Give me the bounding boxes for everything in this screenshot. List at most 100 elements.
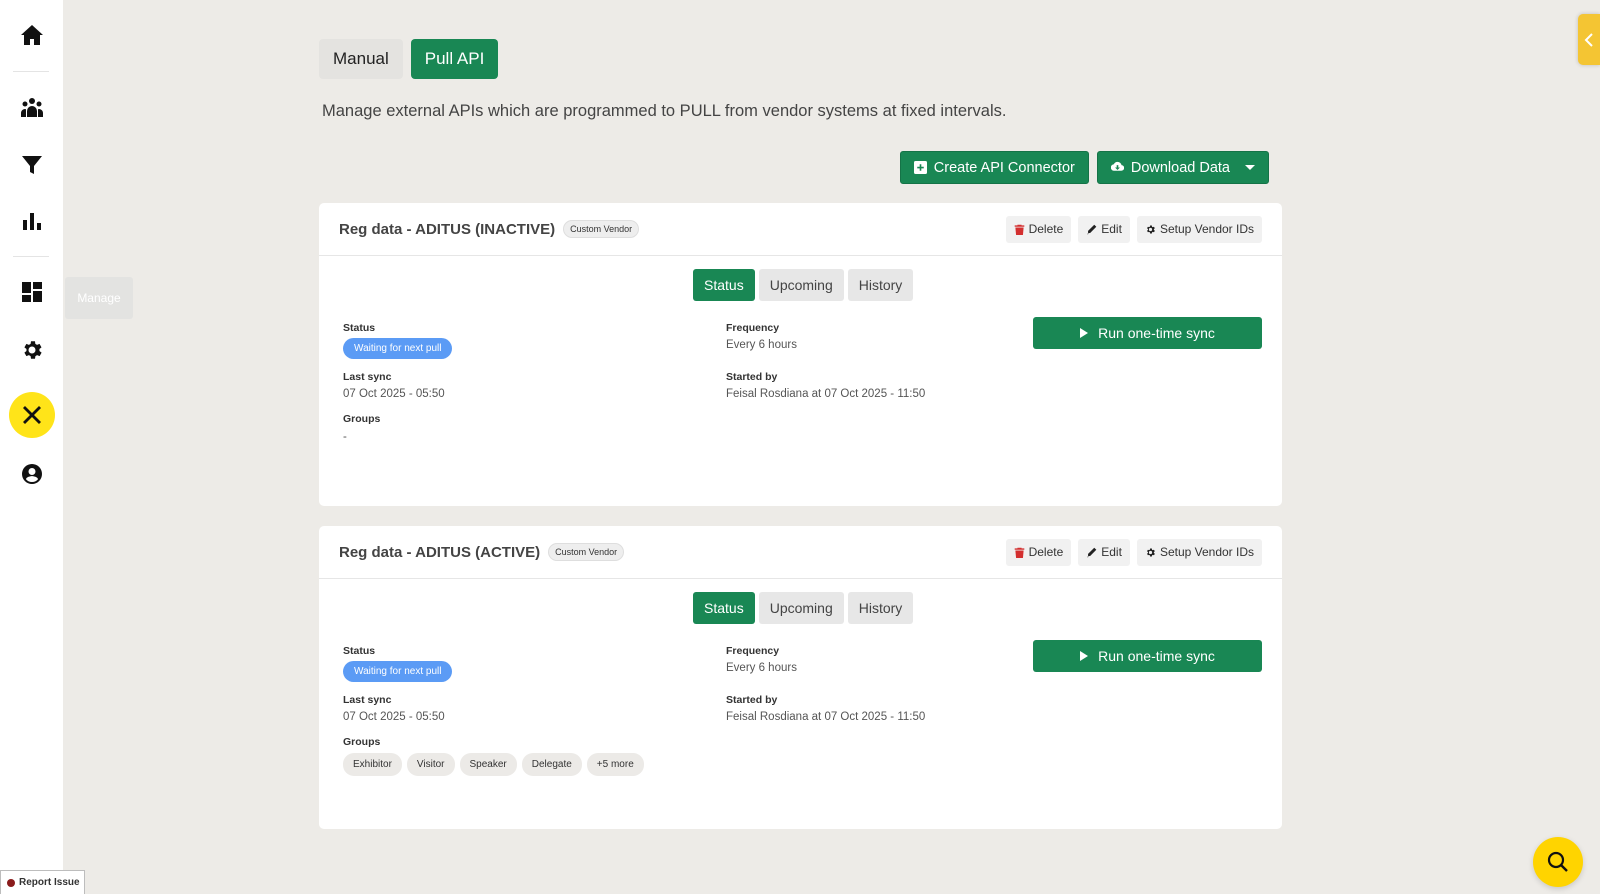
edit-label: Edit bbox=[1101, 222, 1122, 236]
search-button[interactable] bbox=[1533, 837, 1583, 887]
edit-label: Edit bbox=[1101, 545, 1122, 559]
sidebar-item-tools[interactable] bbox=[9, 392, 55, 438]
api-connector-card: Reg data - ADITUS (INACTIVE) Custom Vend… bbox=[319, 203, 1282, 506]
people-icon bbox=[21, 98, 43, 117]
frequency-value: Every 6 hours bbox=[726, 662, 797, 674]
started-by-label: Started by bbox=[726, 371, 778, 383]
started-by-value: Feisal Rosdiana at 07 Oct 2025 - 11:50 bbox=[726, 711, 926, 723]
tab-history[interactable]: History bbox=[847, 269, 914, 301]
sidebar-item-filter[interactable] bbox=[10, 143, 54, 187]
card-header: Reg data - ADITUS (ACTIVE) Custom Vendor… bbox=[319, 526, 1282, 579]
search-icon bbox=[1547, 851, 1568, 872]
setup-vendor-ids-label: Setup Vendor IDs bbox=[1159, 222, 1254, 236]
divider bbox=[13, 71, 49, 72]
play-icon bbox=[1080, 328, 1089, 338]
edit-button[interactable]: Edit bbox=[1078, 538, 1130, 566]
divider bbox=[13, 256, 49, 257]
setup-vendor-ids-button[interactable]: Setup Vendor IDs bbox=[1136, 215, 1262, 243]
groups-label: Groups bbox=[343, 736, 381, 748]
download-data-button[interactable]: Download Data bbox=[1096, 151, 1269, 184]
sidebar-item-profile[interactable] bbox=[10, 452, 54, 496]
card-tabs: Status Upcoming History bbox=[693, 269, 914, 301]
last-sync-field: Last sync 07 Oct 2025 - 05:50 bbox=[343, 371, 445, 400]
gear-icon bbox=[24, 341, 42, 359]
groups-field: Groups - bbox=[343, 413, 380, 443]
card-title: Reg data - ADITUS (INACTIVE) bbox=[339, 220, 556, 238]
card-actions: Delete Edit Setup Vendor IDs bbox=[1005, 215, 1262, 243]
tab-upcoming[interactable]: Upcoming bbox=[758, 592, 844, 624]
setup-vendor-ids-button[interactable]: Setup Vendor IDs bbox=[1136, 538, 1262, 566]
home-icon bbox=[21, 25, 43, 45]
tab-manual[interactable]: Manual bbox=[319, 39, 403, 79]
sidebar bbox=[0, 0, 63, 894]
card-tabs: Status Upcoming History bbox=[693, 592, 914, 624]
group-chip: Exhibitor bbox=[343, 753, 402, 776]
dashboard-icon bbox=[22, 282, 42, 302]
sidebar-tooltip: Manage bbox=[65, 277, 133, 319]
delete-label: Delete bbox=[1028, 222, 1064, 236]
last-sync-value: 07 Oct 2025 - 05:50 bbox=[343, 711, 445, 723]
last-sync-label: Last sync bbox=[343, 694, 392, 706]
run-one-time-sync-label: Run one-time sync bbox=[1098, 325, 1215, 341]
sidebar-item-home[interactable] bbox=[10, 13, 54, 57]
vendor-badge: Custom Vendor bbox=[563, 220, 640, 238]
sidebar-item-settings[interactable] bbox=[10, 328, 54, 372]
status-field: Status Waiting for next pull bbox=[343, 322, 453, 359]
caret-down-icon bbox=[1245, 165, 1255, 170]
status-badge: Waiting for next pull bbox=[343, 338, 453, 359]
report-issue-button[interactable]: Report Issue bbox=[0, 870, 85, 894]
frequency-field: Frequency Every 6 hours bbox=[726, 322, 797, 351]
bug-icon bbox=[7, 878, 15, 887]
action-bar: Create API Connector Download Data bbox=[899, 151, 1269, 184]
create-api-connector-button[interactable]: Create API Connector bbox=[899, 151, 1089, 184]
status-field: Status Waiting for next pull bbox=[343, 645, 453, 682]
play-icon bbox=[1080, 651, 1089, 661]
vendor-badge: Custom Vendor bbox=[548, 543, 625, 561]
delete-button[interactable]: Delete bbox=[1005, 215, 1072, 243]
status-label: Status bbox=[343, 322, 376, 334]
card-actions: Delete Edit Setup Vendor IDs bbox=[1005, 538, 1262, 566]
chevron-left-icon bbox=[1584, 32, 1593, 47]
started-by-field: Started by Feisal Rosdiana at 07 Oct 202… bbox=[726, 694, 925, 723]
pencil-icon bbox=[1087, 547, 1097, 557]
api-connector-card: Reg data - ADITUS (ACTIVE) Custom Vendor… bbox=[319, 526, 1282, 829]
group-chip: Delegate bbox=[521, 753, 582, 776]
last-sync-value: 07 Oct 2025 - 05:50 bbox=[343, 388, 445, 400]
started-by-value: Feisal Rosdiana at 07 Oct 2025 - 11:50 bbox=[726, 388, 926, 400]
card-title: Reg data - ADITUS (ACTIVE) bbox=[339, 543, 541, 561]
sidebar-item-people[interactable] bbox=[10, 86, 54, 130]
group-chip: Visitor bbox=[406, 753, 455, 776]
tab-status[interactable]: Status bbox=[693, 269, 755, 301]
groups-field: Groups Exhibitor Visitor Speaker Delegat… bbox=[343, 736, 644, 776]
run-one-time-sync-button[interactable]: Run one-time sync bbox=[1033, 317, 1262, 349]
plus-square-icon bbox=[913, 161, 927, 174]
cloud-download-icon bbox=[1110, 161, 1124, 171]
setup-vendor-ids-label: Setup Vendor IDs bbox=[1159, 545, 1254, 559]
collapse-panel-button[interactable] bbox=[1578, 14, 1600, 65]
sidebar-item-analytics[interactable] bbox=[10, 199, 54, 243]
report-issue-label: Report Issue bbox=[19, 877, 80, 888]
more-groups-chip[interactable]: +5 more bbox=[586, 753, 644, 776]
download-data-label: Download Data bbox=[1130, 159, 1230, 176]
sidebar-item-manage[interactable] bbox=[10, 270, 54, 314]
user-circle-icon bbox=[22, 464, 42, 484]
delete-button[interactable]: Delete bbox=[1005, 538, 1072, 566]
page-description: Manage external APIs which are programme… bbox=[322, 102, 1007, 120]
last-sync-field: Last sync 07 Oct 2025 - 05:50 bbox=[343, 694, 445, 723]
tab-status[interactable]: Status bbox=[693, 592, 755, 624]
tab-pull-api[interactable]: Pull API bbox=[410, 39, 499, 79]
frequency-value: Every 6 hours bbox=[726, 339, 797, 351]
tab-history[interactable]: History bbox=[847, 592, 914, 624]
started-by-field: Started by Feisal Rosdiana at 07 Oct 202… bbox=[726, 371, 925, 400]
tab-upcoming[interactable]: Upcoming bbox=[758, 269, 844, 301]
last-sync-label: Last sync bbox=[343, 371, 392, 383]
trash-icon bbox=[1014, 547, 1024, 558]
run-one-time-sync-button[interactable]: Run one-time sync bbox=[1033, 640, 1262, 672]
card-header: Reg data - ADITUS (INACTIVE) Custom Vend… bbox=[319, 203, 1282, 256]
groups-value: - bbox=[343, 431, 347, 443]
edit-button[interactable]: Edit bbox=[1078, 215, 1130, 243]
started-by-label: Started by bbox=[726, 694, 778, 706]
pencil-icon bbox=[1087, 224, 1097, 234]
bar-chart-icon bbox=[23, 213, 41, 230]
delete-label: Delete bbox=[1028, 545, 1064, 559]
